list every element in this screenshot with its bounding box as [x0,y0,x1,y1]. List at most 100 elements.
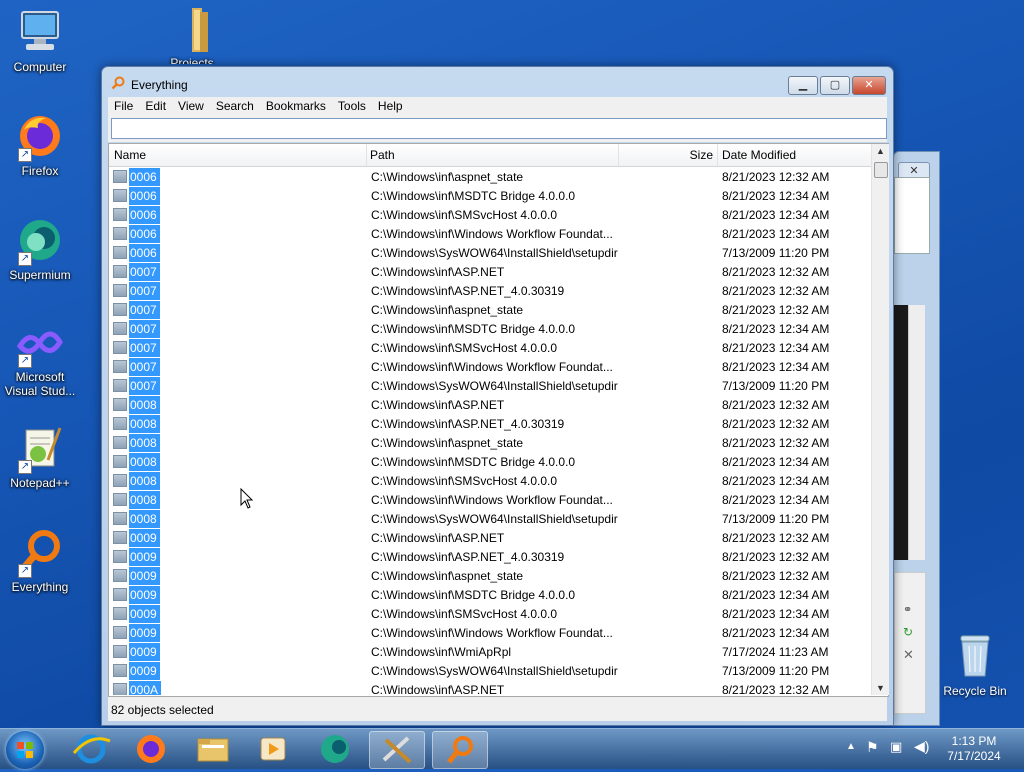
table-row[interactable]: 0007 C:\Windows\inf\ASP.NET_4.0.30319 8/21… [109,281,871,300]
column-header-name[interactable]: Name [109,144,367,166]
menu-bar: File Edit View Search Bookmarks Tools Help [108,97,887,117]
menu-help[interactable]: Help [372,97,409,116]
menu-file[interactable]: File [108,97,139,116]
table-row[interactable]: 0009 C:\Windows\inf\ASP.NET_4.0.30319 8/21… [109,547,871,566]
start-button[interactable] [6,731,44,769]
network-icon[interactable]: ▣ [890,739,902,755]
folder-icon [113,512,127,525]
taskbar-supermium[interactable] [308,731,362,767]
everything-window[interactable]: Everything ▁ ▢ ✕ File Edit View Search Bookm… [101,66,894,726]
menu-search[interactable]: Search [210,97,260,116]
taskbar-file-explorer[interactable] [186,731,240,767]
scrollbar-thumb[interactable] [874,162,888,178]
table-row[interactable]: 0007 C:\Windows\inf\aspnet_state 8/21/2023… [109,300,871,319]
row-path: C:\Windows\inf\SMSvcHost 4.0.0.0 [371,208,558,222]
row-path: C:\Windows\inf\Windows Workflow Foundat.… [371,626,613,640]
table-row[interactable]: 0009 C:\Windows\inf\WmiApRpl 7/17/2024 11:… [109,642,871,661]
table-row[interactable]: 0007 C:\Windows\inf\MSDTC Bridge 4.0.0.0 8… [109,319,871,338]
table-row[interactable]: 0006 C:\Windows\SysWOW64\InstallShield\se… [109,243,871,262]
taskbar-internet-explorer[interactable] [64,731,118,767]
table-row[interactable]: 000A C:\Windows\inf\ASP.NET 8/21/2023 12:3… [109,680,871,695]
row-date-modified: 7/13/2009 11:20 PM [722,246,830,260]
table-row[interactable]: 0009 C:\Windows\inf\Windows Workflow Foun… [109,623,871,642]
desktop-icon-notepadpp[interactable]: ↗ Notepad++ [0,424,80,490]
menu-tools[interactable]: Tools [332,97,372,116]
recycle-bin-icon [955,632,995,680]
background-window-scrollbar[interactable] [908,305,925,560]
table-row[interactable]: 0008 C:\Windows\inf\ASP.NET 8/21/2023 12:3… [109,395,871,414]
table-row[interactable]: 0008 C:\Windows\inf\SMSvcHost 4.0.0.0 8/21… [109,471,871,490]
taskbar-firefox[interactable] [124,731,178,767]
column-header-size[interactable]: Size [618,144,718,166]
table-row[interactable]: 0009 C:\Windows\inf\MSDTC Bridge 4.0.0.0 8… [109,585,871,604]
column-header-date-modified[interactable]: Date Modified [717,144,872,166]
folder-icon [113,341,127,354]
table-row[interactable]: 0009 C:\Windows\inf\aspnet_state 8/21/2023… [109,566,871,585]
menu-bookmarks[interactable]: Bookmarks [260,97,332,116]
desktop-icon-supermium[interactable]: ↗ Supermium [0,216,80,282]
row-path: C:\Windows\inf\MSDTC Bridge 4.0.0.0 [371,189,576,203]
maximize-button[interactable]: ▢ [820,76,850,95]
menu-edit[interactable]: Edit [139,97,172,116]
table-row[interactable]: 0006 C:\Windows\inf\MSDTC Bridge 4.0.0.0 8… [109,186,871,205]
table-row[interactable]: 0007 C:\Windows\inf\SMSvcHost 4.0.0.0 8/21… [109,338,871,357]
table-row[interactable]: 0009 C:\Windows\inf\SMSvcHost 4.0.0.0 8/21… [109,604,871,623]
taskbar-tools-app[interactable] [369,731,425,769]
desktop-icon-computer[interactable]: Computer [0,8,80,74]
minimize-icon: ▁ [798,79,808,91]
vertical-scrollbar[interactable]: ▲ ▼ [871,144,889,695]
menu-view[interactable]: View [172,97,210,116]
desktop-icon-everything[interactable]: ↗ Everything [0,528,80,594]
row-name-cell: 0009 [113,662,160,680]
row-name: 0009 [129,529,160,547]
row-name-cell: 0007 [113,358,160,376]
desktop-icon-recycle-bin[interactable]: Recycle Bin [940,632,1010,698]
scroll-down-arrow-icon[interactable]: ▼ [876,683,885,693]
close-icon[interactable]: ✕ [903,647,917,662]
row-path: C:\Windows\inf\SMSvcHost 4.0.0.0 [371,474,558,488]
desktop-icon-visual-studio[interactable]: ↗ Microsoft Visual Stud... [0,324,80,398]
row-name: 0006 [129,244,160,262]
table-row[interactable]: 0008 C:\Windows\inf\Windows Workflow Foun… [109,490,871,509]
table-row[interactable]: 0008 C:\Windows\inf\MSDTC Bridge 4.0.0.0 8… [109,452,871,471]
action-center-flag-icon[interactable]: ⚑ [866,739,879,756]
link-icon[interactable]: ⚭ [903,603,917,616]
taskbar-everything[interactable] [432,731,488,769]
row-name: 0009 [129,548,160,566]
clock[interactable]: 1:13 PM 7/17/2024 [940,734,1008,764]
folder-icon [113,683,127,695]
scroll-up-arrow-icon[interactable]: ▲ [876,146,885,156]
table-row[interactable]: 0008 C:\Windows\inf\aspnet_state 8/21/2023… [109,433,871,452]
table-row[interactable]: 0006 C:\Windows\inf\Windows Workflow Foun… [109,224,871,243]
table-row[interactable]: 0009 C:\Windows\inf\ASP.NET 8/21/2023 12:3… [109,528,871,547]
desktop-icon-projects[interactable]: Projects [152,4,232,64]
search-input[interactable] [111,118,887,139]
table-row[interactable]: 0007 C:\Windows\SysWOW64\InstallShield\se… [109,376,871,395]
minimize-button[interactable]: ▁ [788,76,818,95]
volume-icon[interactable]: ◀) [914,738,929,755]
close-button[interactable]: ✕ [852,76,886,95]
table-row[interactable]: 0007 C:\Windows\inf\ASP.NET 8/21/2023 12:3… [109,262,871,281]
desktop-icon-firefox[interactable]: ↗ Firefox [0,112,80,178]
table-row[interactable]: 0006 C:\Windows\inf\aspnet_state 8/21/2023… [109,167,871,186]
refresh-icon[interactable]: ↻ [903,625,917,639]
title-bar[interactable]: Everything ▁ ▢ ✕ [102,67,893,99]
results-list[interactable]: Name Path Size Date Modified 0006 C:\Wind… [108,143,889,697]
taskbar-media-player[interactable] [246,731,300,767]
row-name-cell: 0008 [113,510,160,528]
table-row[interactable]: 0008 C:\Windows\SysWOW64\InstallShield\se… [109,509,871,528]
row-path: C:\Windows\inf\MSDTC Bridge 4.0.0.0 [371,455,576,469]
table-row[interactable]: 0007 C:\Windows\inf\Windows Workflow Foun… [109,357,871,376]
background-window[interactable]: ✕ ⚭ ↻ ✕ [893,151,940,726]
show-hidden-icons-button[interactable]: ▲ [846,741,856,752]
table-row[interactable]: 0008 C:\Windows\inf\ASP.NET_4.0.30319 8/21… [109,414,871,433]
table-row[interactable]: 0009 C:\Windows\SysWOW64\InstallShield\se… [109,661,871,680]
row-name-cell: 0008 [113,434,160,452]
table-row[interactable]: 0006 C:\Windows\inf\SMSvcHost 4.0.0.0 8/21… [109,205,871,224]
computer-icon [16,8,64,56]
row-path: C:\Windows\inf\SMSvcHost 4.0.0.0 [371,341,558,355]
row-date-modified: 8/21/2023 12:32 AM [722,569,830,583]
column-header-path[interactable]: Path [366,144,619,166]
row-path: C:\Windows\inf\Windows Workflow Foundat.… [371,493,613,507]
media-player-icon [260,737,286,761]
